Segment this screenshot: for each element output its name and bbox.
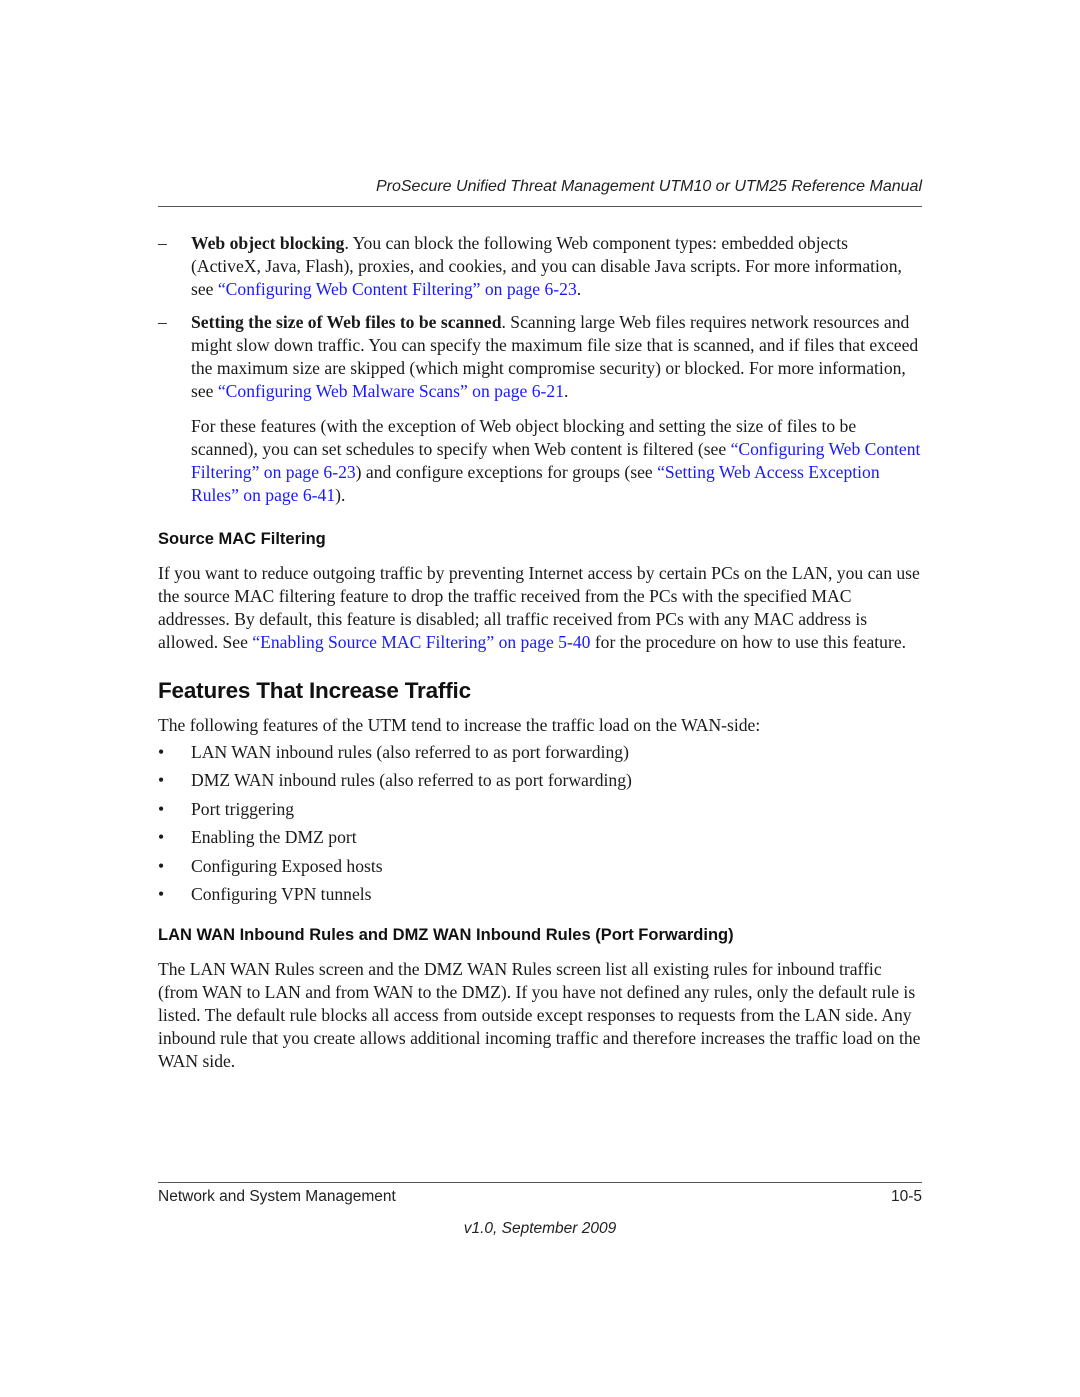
list-item: • Enabling the DMZ port	[158, 826, 922, 849]
link-configuring-web-content-filtering[interactable]: “Configuring Web Content Filtering” on p…	[218, 279, 577, 299]
list-item-text: Configuring VPN tunnels	[191, 883, 372, 904]
heading-lan-wan-inbound-rules: LAN WAN Inbound Rules and DMZ WAN Inboun…	[158, 925, 734, 944]
item-term: Setting the size of Web files to be scan…	[191, 312, 502, 332]
footer-rule	[158, 1182, 922, 1183]
bullet-marker: •	[158, 770, 165, 791]
dash-item-web-file-size: – Setting the size of Web files to be sc…	[158, 311, 922, 403]
increase-intro: The following features of the UTM tend t…	[158, 715, 761, 735]
link-configuring-web-malware-scans[interactable]: “Configuring Web Malware Scans” on page …	[218, 381, 564, 401]
dash-item-web-object-blocking: – Web object blocking. You can block the…	[158, 232, 922, 301]
list-item: • Port triggering	[158, 798, 922, 821]
heading-source-mac-filtering: Source MAC Filtering	[158, 530, 326, 548]
item-term: Web object blocking	[191, 233, 345, 253]
list-item-text: Enabling the DMZ port	[191, 827, 357, 848]
bullet-marker: •	[158, 855, 165, 876]
list-item: • LAN WAN inbound rules (also referred to…	[158, 741, 922, 764]
para-text: ).	[335, 485, 346, 505]
dash-marker: –	[158, 312, 167, 332]
item-punct: .	[564, 381, 569, 401]
footer-section-title: Network and System Management	[158, 1188, 396, 1205]
para-text: ) and configure exceptions for groups (s…	[355, 462, 658, 482]
bullet-marker: •	[158, 798, 165, 819]
list-item-text: LAN WAN inbound rules (also referred to …	[191, 742, 629, 762]
bullet-marker: •	[158, 827, 165, 848]
dash-marker: –	[158, 233, 167, 253]
header-rule	[158, 206, 922, 207]
item-punct: .	[576, 279, 582, 299]
list-item-text: DMZ WAN inbound rules (also referred to …	[191, 770, 632, 791]
heading-features-increase-traffic: Features That Increase Traffic	[158, 678, 471, 703]
footer-version: v1.0, September 2009	[463, 1220, 617, 1237]
link-enabling-source-mac-filtering[interactable]: “Enabling Source MAC Filtering” on page …	[252, 632, 590, 652]
footer-page-number: 10-5	[890, 1188, 922, 1205]
list-item-text: Configuring Exposed hosts	[191, 855, 383, 876]
para-text: for the procedure on how to use this fea…	[590, 632, 907, 652]
list-item: • Configuring Exposed hosts	[158, 855, 922, 878]
page-body: – Web object blocking. You can block the…	[158, 232, 922, 1073]
bullet-marker: •	[158, 742, 165, 762]
increase-feature-list: • LAN WAN inbound rules (also referred to…	[158, 741, 922, 906]
source-mac-paragraph: If you want to reduce outgoing traffic b…	[158, 562, 922, 654]
features-paragraph: For these features (with the exception o…	[158, 415, 922, 507]
list-item: • Configuring VPN tunnels	[158, 883, 922, 906]
running-header: ProSecure Unified Threat Management UTM1…	[375, 178, 922, 195]
bullet-marker: •	[158, 883, 165, 904]
lan-wan-paragraph: The LAN WAN Rules screen and the DMZ WAN…	[158, 958, 921, 1071]
list-item: • DMZ WAN inbound rules (also referred to…	[158, 769, 922, 792]
list-item-text: Port triggering	[191, 798, 295, 819]
